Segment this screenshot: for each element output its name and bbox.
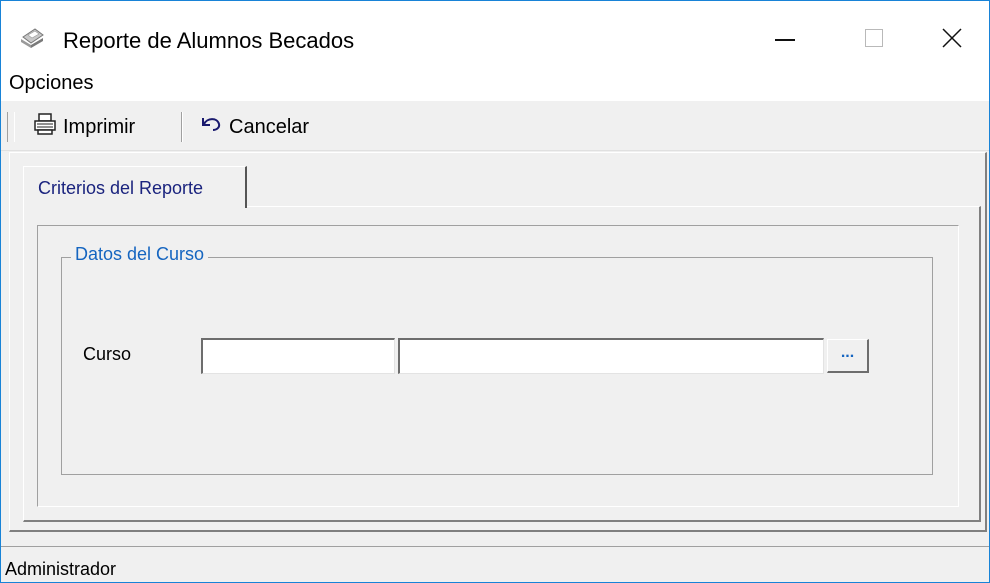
minimize-button[interactable]: [741, 1, 829, 65]
status-user: Administrador: [5, 559, 117, 579]
window-title: Reporte de Alumnos Becados: [63, 28, 355, 53]
browse-curso-button[interactable]: ...: [827, 339, 869, 373]
report-window: Reporte de Alumnos Becados Opciones Impr…: [0, 0, 990, 583]
cancel-button[interactable]: Cancelar: [199, 110, 309, 144]
curso-code-input[interactable]: [203, 340, 394, 373]
tab-criterios-del-reporte[interactable]: Criterios del Reporte: [23, 166, 247, 208]
close-button[interactable]: [917, 1, 989, 65]
status-bar: Administrador: [1, 546, 989, 582]
curso-code-field[interactable]: [201, 338, 395, 374]
group-legend: Datos del Curso: [71, 244, 209, 265]
close-icon: [942, 28, 962, 48]
cancel-label: Cancelar: [229, 115, 310, 138]
undo-icon: [199, 114, 223, 140]
menu-opciones[interactable]: Opciones: [9, 71, 94, 95]
menu-bar: Opciones: [1, 65, 989, 101]
printer-icon: [33, 113, 57, 141]
title-bar[interactable]: Reporte de Alumnos Becados: [1, 1, 989, 65]
print-button[interactable]: Imprimir: [33, 110, 135, 144]
curso-description-field[interactable]: [398, 338, 824, 374]
print-label: Imprimir: [63, 115, 136, 138]
toolbar-separator: [181, 112, 182, 142]
curso-label: Curso: [83, 344, 132, 364]
curso-description-input[interactable]: [400, 340, 823, 373]
maximize-button[interactable]: [829, 1, 917, 65]
printer-app-icon: [19, 27, 45, 49]
toolbar-grip[interactable]: [7, 112, 15, 142]
toolbar: Imprimir Cancelar: [1, 104, 989, 151]
